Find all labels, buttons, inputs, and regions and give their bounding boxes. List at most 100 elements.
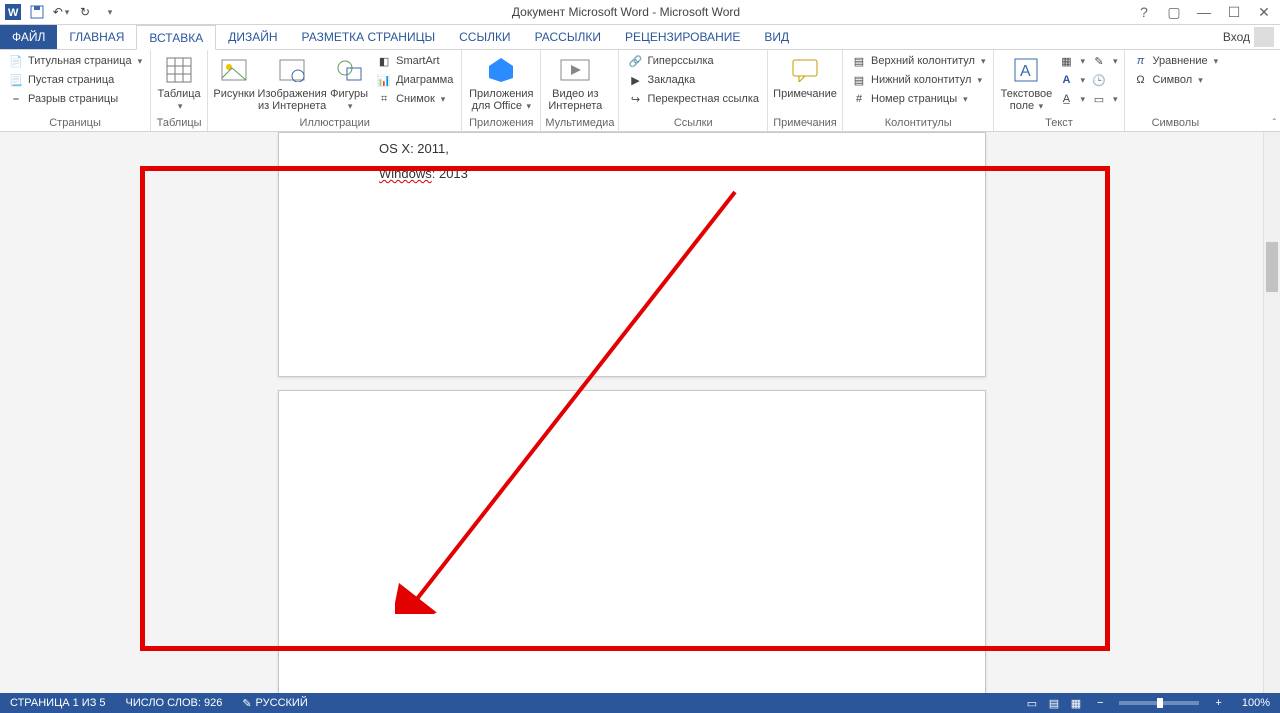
pictures-icon (218, 54, 250, 86)
comment-button[interactable]: Примечание (772, 52, 838, 102)
wordart-button[interactable]: A▾ (1056, 71, 1087, 89)
equation-button[interactable]: πУравнение▾ (1129, 52, 1223, 70)
shapes-button[interactable]: Фигуры▾ (328, 52, 370, 114)
group-pages-label: Страницы (4, 116, 146, 131)
dropcap-button[interactable]: A̲▾ (1056, 90, 1087, 108)
pagenum-label: Номер страницы (871, 93, 957, 105)
cover-page-icon: 📄 (8, 53, 24, 69)
signin[interactable]: Вход (1217, 25, 1280, 49)
wordart-icon: A (1058, 72, 1074, 88)
online-video-button[interactable]: Видео из Интернета (545, 52, 605, 114)
tab-review[interactable]: РЕЦЕНЗИРОВАНИЕ (613, 25, 752, 49)
tab-file[interactable]: ФАЙЛ (0, 25, 57, 49)
blank-page-icon: 📃 (8, 72, 24, 88)
crossref-label: Перекрестная ссылка (647, 93, 759, 105)
blank-page-button[interactable]: 📃Пустая страница (4, 71, 146, 89)
window-title: Документ Microsoft Word - Microsoft Word (118, 5, 1134, 19)
signature-button[interactable]: ✎▾ (1089, 52, 1120, 70)
chart-button[interactable]: 📊Диаграмма (372, 71, 457, 89)
vertical-scrollbar[interactable] (1263, 132, 1280, 693)
table-button[interactable]: Таблица▾ (155, 52, 203, 114)
bookmark-button[interactable]: ▶Закладка (623, 71, 763, 89)
symbol-button[interactable]: ΩСимвол▾ (1129, 71, 1223, 89)
tab-design[interactable]: ДИЗАЙН (216, 25, 289, 49)
svg-text:W: W (8, 7, 19, 19)
minimize-icon[interactable]: — (1194, 2, 1214, 22)
ribbon-tabs: ФАЙЛ ГЛАВНАЯ ВСТАВКА ДИЗАЙН РАЗМЕТКА СТР… (0, 25, 1280, 50)
group-links: 🔗Гиперссылка ▶Закладка ↪Перекрестная ссы… (619, 50, 768, 131)
zoom-level[interactable]: 100% (1232, 697, 1280, 709)
comment-icon (789, 54, 821, 86)
doc-line-2: Windows: 2013 (379, 166, 468, 181)
group-pages: 📄Титульная страница▾ 📃Пустая страница ⎯Р… (0, 50, 151, 131)
datetime-button[interactable]: 🕒 (1089, 71, 1120, 89)
footer-label: Нижний колонтитул (871, 74, 971, 86)
object-button[interactable]: ▭▾ (1089, 90, 1120, 108)
view-read-icon[interactable]: ▭ (1021, 693, 1043, 713)
pagenum-button[interactable]: #Номер страницы▾ (847, 90, 989, 108)
page-break-icon: ⎯ (8, 91, 24, 107)
zoom-out-button[interactable]: − (1087, 697, 1113, 709)
signature-icon: ✎ (1091, 53, 1107, 69)
footer-button[interactable]: ▤Нижний колонтитул▾ (847, 71, 989, 89)
group-illustrations-label: Иллюстрации (212, 116, 457, 131)
smartart-button[interactable]: ◧SmartArt (372, 52, 457, 70)
smartart-label: SmartArt (396, 55, 439, 67)
qat-customize-icon[interactable]: ▾ (100, 3, 118, 21)
collapse-ribbon-icon[interactable]: ˆ (1273, 118, 1276, 129)
scroll-thumb[interactable] (1266, 242, 1278, 292)
symbol-icon: Ω (1133, 72, 1149, 88)
status-page[interactable]: СТРАНИЦА 1 ИЗ 5 (0, 697, 116, 709)
page-1[interactable]: OS X: 2011, Windows: 2013 (278, 132, 986, 377)
online-video-label: Видео из Интернета (547, 88, 603, 112)
cover-page-button[interactable]: 📄Титульная страница▾ (4, 52, 146, 70)
pictures-button[interactable]: Рисунки (212, 52, 256, 102)
hyperlink-button[interactable]: 🔗Гиперссылка (623, 52, 763, 70)
comment-label: Примечание (773, 88, 837, 100)
tab-insert[interactable]: ВСТАВКА (136, 25, 216, 50)
group-headerfooter-label: Колонтитулы (847, 116, 989, 131)
quickparts-button[interactable]: ▦▾ (1056, 52, 1087, 70)
undo-icon[interactable]: ↶▾ (52, 3, 70, 21)
doc-line-1: OS X: 2011, (379, 141, 449, 156)
tab-home[interactable]: ГЛАВНАЯ (57, 25, 136, 49)
tab-view[interactable]: ВИД (752, 25, 801, 49)
textbox-button[interactable]: A Текстовое поле ▾ (998, 52, 1054, 114)
ribbon-display-icon[interactable]: ▢ (1164, 2, 1184, 22)
page-break-button[interactable]: ⎯Разрыв страницы (4, 90, 146, 108)
tab-references[interactable]: ССЫЛКИ (447, 25, 522, 49)
status-language[interactable]: ✎РУССКИЙ (232, 697, 317, 710)
chart-icon: 📊 (376, 72, 392, 88)
close-icon[interactable]: ✕ (1254, 2, 1274, 22)
table-label: Таблица (158, 88, 201, 100)
office-apps-button[interactable]: Приложения для Office ▾ (466, 52, 536, 114)
symbol-label: Символ (1153, 74, 1193, 86)
redo-icon[interactable]: ↻ (76, 3, 94, 21)
view-print-icon[interactable]: ▤ (1043, 693, 1065, 713)
datetime-icon: 🕒 (1091, 72, 1107, 88)
view-web-icon[interactable]: ▦ (1065, 693, 1087, 713)
page-2[interactable] (278, 390, 986, 693)
online-pictures-button[interactable]: Изображения из Интернета (258, 52, 326, 114)
cover-page-label: Титульная страница (28, 55, 132, 67)
save-icon[interactable] (28, 3, 46, 21)
proofing-icon: ✎ (242, 697, 251, 710)
group-apps: Приложения для Office ▾ Приложения (462, 50, 541, 131)
group-symbols: πУравнение▾ ΩСимвол▾ Символы (1125, 50, 1227, 131)
tab-mailings[interactable]: РАССЫЛКИ (523, 25, 613, 49)
zoom-in-button[interactable]: + (1205, 697, 1231, 709)
pagenum-icon: # (851, 91, 867, 107)
zoom-slider[interactable] (1119, 701, 1199, 705)
avatar-icon (1254, 27, 1274, 47)
header-button[interactable]: ▤Верхний колонтитул▾ (847, 52, 989, 70)
help-icon[interactable]: ? (1134, 2, 1154, 22)
pictures-label: Рисунки (213, 88, 255, 100)
maximize-icon[interactable]: ☐ (1224, 2, 1244, 22)
zoom-slider-thumb[interactable] (1157, 698, 1163, 708)
status-wordcount[interactable]: ЧИСЛО СЛОВ: 926 (116, 697, 233, 709)
document-area[interactable]: OS X: 2011, Windows: 2013 (0, 132, 1280, 693)
object-icon: ▭ (1091, 91, 1107, 107)
screenshot-button[interactable]: ⌗Снимок▾ (372, 90, 457, 108)
crossref-button[interactable]: ↪Перекрестная ссылка (623, 90, 763, 108)
tab-layout[interactable]: РАЗМЕТКА СТРАНИЦЫ (290, 25, 448, 49)
